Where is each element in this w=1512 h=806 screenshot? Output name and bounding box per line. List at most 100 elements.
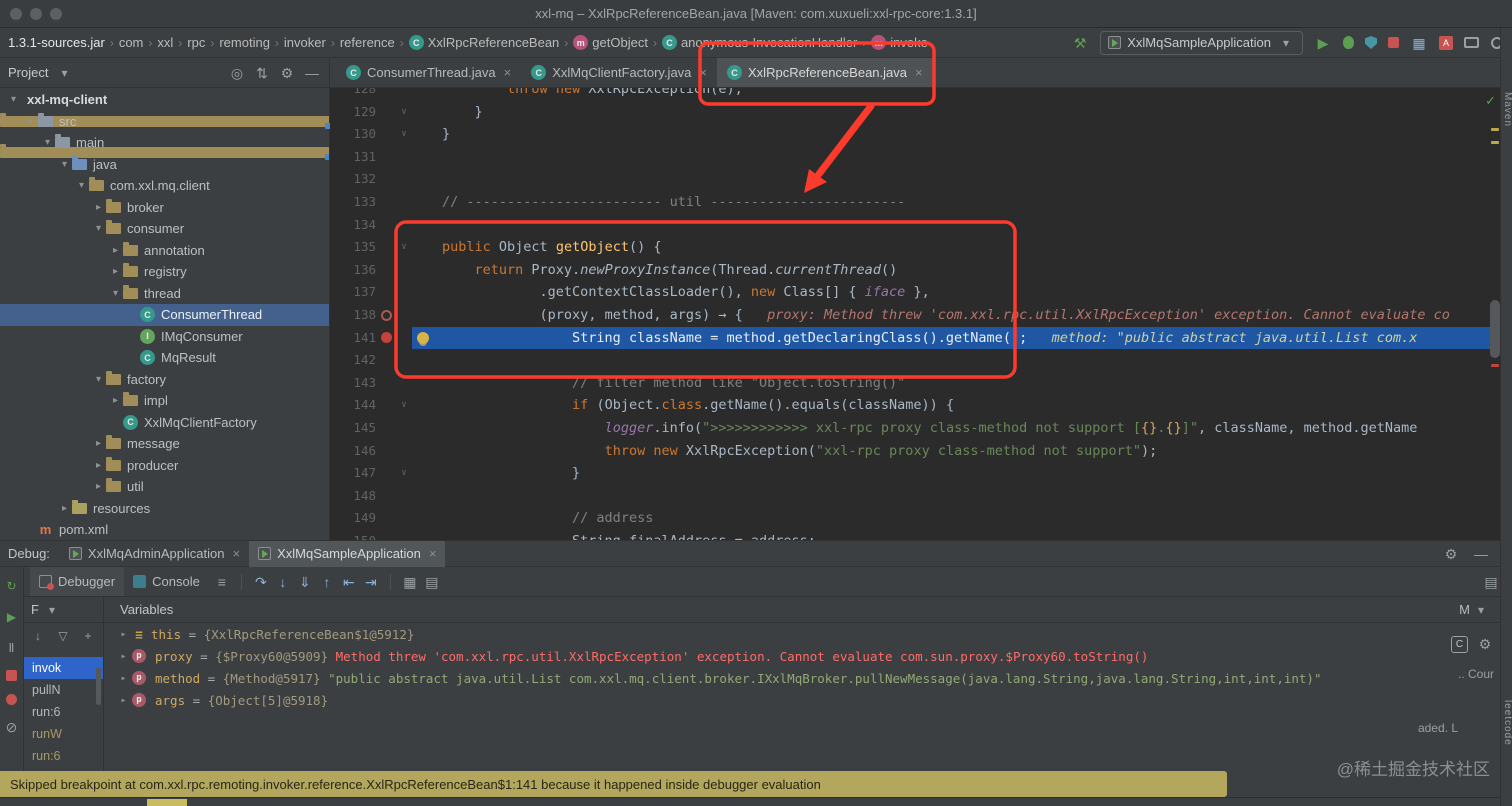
- code-line-body[interactable]: }: [412, 462, 1500, 485]
- editor-body[interactable]: 128 throw new XxlRpcException(e); 129 ∨ } 1…: [330, 88, 1500, 540]
- mute-breakpoints-button[interactable]: ⊘: [3, 718, 21, 736]
- code-line-body[interactable]: throw new XxlRpcException("xxl-rpc proxy…: [412, 440, 1500, 463]
- breadcrumb-item[interactable]: invoker: [284, 35, 326, 50]
- project-tree-item[interactable]: ▾ thread: [0, 283, 329, 305]
- view-breakpoints-button[interactable]: [6, 694, 17, 705]
- code-line-body[interactable]: // filter method like "Object.toString()…: [412, 372, 1500, 395]
- code-line-body[interactable]: [412, 214, 1500, 237]
- variable-row[interactable]: ▸ ≡ this = {XxlRpcReferenceBean$1@5912}: [104, 623, 1500, 645]
- tree-chevron-icon[interactable]: ▸: [108, 245, 123, 256]
- project-tree-item[interactable]: ▾ factory: [0, 369, 329, 391]
- inspections-ok-icon[interactable]: ✓: [1485, 93, 1496, 109]
- breadcrumb-item[interactable]: reference: [340, 35, 395, 50]
- code-line-body[interactable]: [412, 485, 1500, 508]
- code-line-body[interactable]: (proxy, method, args) → { proxy: Method …: [412, 304, 1500, 327]
- close-icon[interactable]: ×: [504, 65, 512, 80]
- step-out-button[interactable]: ↑: [318, 573, 336, 591]
- fold-marker-icon[interactable]: ∨: [396, 123, 412, 146]
- settings-gear-icon[interactable]: ⚙: [1442, 545, 1460, 563]
- thread-selector[interactable]: F ▾: [24, 597, 103, 623]
- close-icon[interactable]: ×: [233, 546, 241, 561]
- project-tree-item[interactable]: ▸ registry: [0, 261, 329, 283]
- code-line-body[interactable]: }: [412, 123, 1500, 146]
- chevron-right-icon[interactable]: ▸: [116, 651, 131, 662]
- project-tree-item[interactable]: C MqResult: [0, 347, 329, 369]
- layout-settings-button[interactable]: ▤: [423, 573, 441, 591]
- rerun-button[interactable]: ↻: [3, 577, 21, 595]
- run-button[interactable]: ▶: [1314, 34, 1332, 52]
- chevron-right-icon[interactable]: ▸: [116, 629, 131, 640]
- run-to-cursor-button[interactable]: ⇥: [362, 573, 380, 591]
- stack-frame-item[interactable]: run:6: [24, 745, 103, 767]
- project-tree-item[interactable]: ▸ annotation: [0, 240, 329, 262]
- screen-share-icon[interactable]: [1464, 37, 1479, 48]
- add-icon[interactable]: +: [79, 627, 97, 645]
- close-icon[interactable]: ×: [429, 546, 437, 561]
- variable-row[interactable]: ▸ p proxy = {$Proxy60@5909} Method threw '…: [104, 645, 1500, 667]
- tree-chevron-icon[interactable]: ▸: [108, 266, 123, 277]
- project-tree-item[interactable]: ▸ broker: [0, 197, 329, 219]
- editor-tab[interactable]: C ConsumerThread.java ×: [336, 58, 521, 87]
- intention-bulb-icon[interactable]: [417, 331, 429, 344]
- variable-row[interactable]: ▸ p method = {Method@5917} "public abstrac…: [104, 667, 1500, 689]
- project-tree-item[interactable]: ▾ src: [0, 111, 329, 133]
- variable-row[interactable]: ▸ p args = {Object[5]@5918}: [104, 689, 1500, 711]
- window-close-button[interactable]: [10, 8, 22, 20]
- code-line-body[interactable]: if (Object.class.getName().equals(classN…: [412, 394, 1500, 417]
- project-tree-item[interactable]: C XxlMqClientFactory: [0, 412, 329, 434]
- tree-chevron-icon[interactable]: ▸: [91, 481, 106, 492]
- close-icon[interactable]: ×: [699, 65, 707, 80]
- hide-panel-button[interactable]: —: [1472, 545, 1490, 563]
- breadcrumb-item[interactable]: m invoke: [871, 35, 928, 50]
- editor-tab[interactable]: C XxlMqClientFactory.java ×: [521, 58, 717, 87]
- debug-view-tab[interactable]: Debugger: [30, 567, 125, 596]
- code-area[interactable]: 128 throw new XxlRpcException(e); 129 ∨ } 1…: [330, 88, 1500, 540]
- project-tree-item[interactable]: m pom.xml: [0, 519, 329, 540]
- project-tree-item[interactable]: ▾ consumer: [0, 218, 329, 240]
- drop-frame-button[interactable]: ⇤: [340, 573, 358, 591]
- stack-frame-item[interactable]: runW: [24, 723, 103, 745]
- close-icon[interactable]: ×: [915, 65, 923, 80]
- run-config-select[interactable]: XxlMqSampleApplication ▾: [1100, 30, 1303, 55]
- code-line-body[interactable]: logger.info(">>>>>>>>>>>> xxl-rpc proxy …: [412, 417, 1500, 440]
- tool-windows-grid-icon[interactable]: ▦: [1410, 34, 1428, 52]
- debug-view-tab[interactable]: Console: [124, 567, 209, 596]
- stack-frame-item[interactable]: pullN: [24, 679, 103, 701]
- warning-stripe-mark[interactable]: [1491, 141, 1499, 144]
- debug-session-tab[interactable]: XxlMqSampleApplication ×: [249, 540, 446, 567]
- translate-icon[interactable]: A: [1439, 35, 1453, 50]
- tree-chevron-icon[interactable]: ▾: [91, 374, 106, 385]
- step-into-button[interactable]: ↓: [274, 573, 292, 591]
- project-tree-item[interactable]: ▾ xxl-mq-client: [0, 89, 329, 160]
- code-line-body[interactable]: return Proxy.newProxyInstance(Thread.cur…: [412, 259, 1500, 282]
- code-line-body[interactable]: // ------------------------ util -------…: [412, 191, 1500, 214]
- project-tree-item[interactable]: ▸ producer: [0, 455, 329, 477]
- error-stripe-mark[interactable]: [1491, 364, 1499, 367]
- fold-marker-icon[interactable]: ∨: [396, 462, 412, 485]
- stack-frame-item[interactable]: run:6: [24, 701, 103, 723]
- project-tree-item[interactable]: ▸ resources: [0, 498, 329, 520]
- breadcrumb-item[interactable]: remoting: [219, 35, 270, 50]
- fold-marker-icon[interactable]: ∨: [396, 101, 412, 124]
- filter-icon[interactable]: ▽: [54, 627, 72, 645]
- frames-scrollbar[interactable]: [96, 667, 101, 705]
- breadcrumb-item[interactable]: xxl: [157, 35, 173, 50]
- tree-chevron-icon[interactable]: ▾: [74, 180, 89, 191]
- tree-chevron-icon[interactable]: ▾: [108, 288, 123, 299]
- breadcrumb-item[interactable]: com: [119, 35, 144, 50]
- chevron-right-icon[interactable]: ▸: [116, 673, 131, 684]
- code-line-body[interactable]: public Object getObject() {: [412, 236, 1500, 259]
- tree-chevron-icon[interactable]: ▸: [108, 395, 123, 406]
- tree-chevron-icon[interactable]: ▸: [91, 202, 106, 213]
- layout-menu-icon[interactable]: ≡: [213, 573, 231, 591]
- project-tree-item[interactable]: ▸ message: [0, 433, 329, 455]
- locate-file-button[interactable]: ◎: [228, 64, 246, 82]
- breadcrumb-item[interactable]: rpc: [187, 35, 205, 50]
- tool-window-button-leetcode[interactable]: leetcode: [1501, 700, 1512, 746]
- code-line-body[interactable]: [412, 146, 1500, 169]
- breadcrumb-item[interactable]: 1.3.1-sources.jar: [8, 35, 105, 50]
- breakpoint-ring-icon[interactable]: [380, 309, 392, 321]
- settings-gear-icon[interactable]: ⚙: [278, 64, 296, 82]
- code-line-body[interactable]: [412, 349, 1500, 372]
- tool-window-button-maven[interactable]: Maven: [1501, 92, 1512, 127]
